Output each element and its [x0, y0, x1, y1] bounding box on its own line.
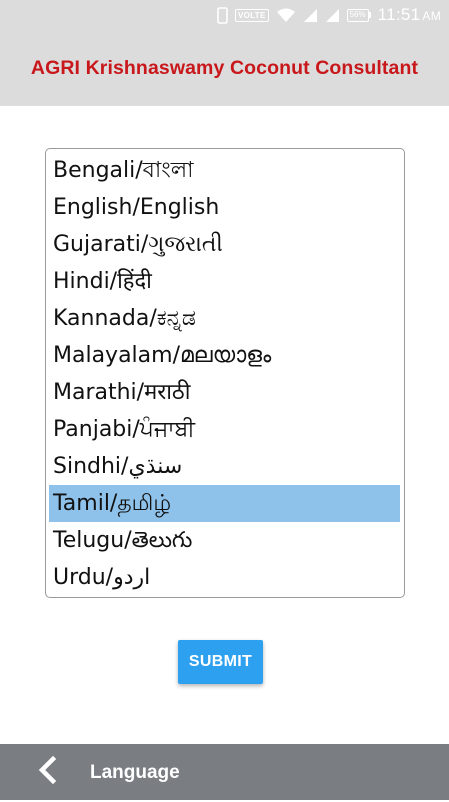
bottom-bar: Language — [0, 744, 449, 800]
language-option-tamil[interactable]: Tamil/தமிழ் — [49, 485, 400, 522]
language-option-kannada[interactable]: Kannada/ಕನ್ನಡ — [49, 300, 400, 337]
app-title: AGRI Krishnaswamy Coconut Consultant — [30, 56, 419, 79]
chevron-left-icon — [36, 755, 58, 789]
status-icons: VOLTE 56% 11:51 AM — [217, 5, 441, 25]
language-option-telugu[interactable]: Telugu/తెలుగు — [49, 522, 400, 559]
battery-icon: 56% — [346, 8, 371, 22]
clock: 11:51 AM — [378, 5, 441, 25]
signal-icon-2 — [325, 8, 340, 23]
clock-ampm: AM — [422, 9, 441, 23]
status-bar: VOLTE 56% 11:51 AM — [0, 0, 449, 30]
language-option-marathi[interactable]: Marathi/मराठी — [49, 374, 400, 411]
language-option-gujarati[interactable]: Gujarati/ગુજરાતી — [49, 226, 400, 263]
signal-icon — [303, 8, 318, 23]
wifi-icon — [276, 8, 296, 23]
language-option-bengali[interactable]: Bengali/বাংলা — [49, 152, 400, 189]
language-option-hindi[interactable]: Hindi/हिंदी — [49, 263, 400, 300]
language-listbox[interactable]: Bengali/বাংলা English/English Gujarati/ગ… — [45, 148, 405, 598]
clock-time: 11:51 — [377, 5, 421, 24]
bottom-bar-title: Language — [90, 762, 180, 783]
volte-badge: VOLTE — [235, 8, 269, 22]
phone-icon — [217, 6, 228, 24]
language-option-english[interactable]: English/English — [49, 189, 400, 226]
app-bar: AGRI Krishnaswamy Coconut Consultant — [0, 30, 449, 106]
battery-percent: 56% — [346, 8, 369, 22]
language-option-malayalam[interactable]: Malayalam/മലയാളം — [49, 337, 400, 374]
language-option-sindhi[interactable]: Sindhi/سنڌي — [49, 448, 400, 485]
language-option-urdu[interactable]: Urdu/اردو — [49, 559, 400, 596]
submit-button[interactable]: SUBMIT — [178, 640, 263, 684]
language-option-panjabi[interactable]: Panjabi/ਪੰਜਾਬੀ — [49, 411, 400, 448]
back-button[interactable] — [30, 755, 64, 789]
